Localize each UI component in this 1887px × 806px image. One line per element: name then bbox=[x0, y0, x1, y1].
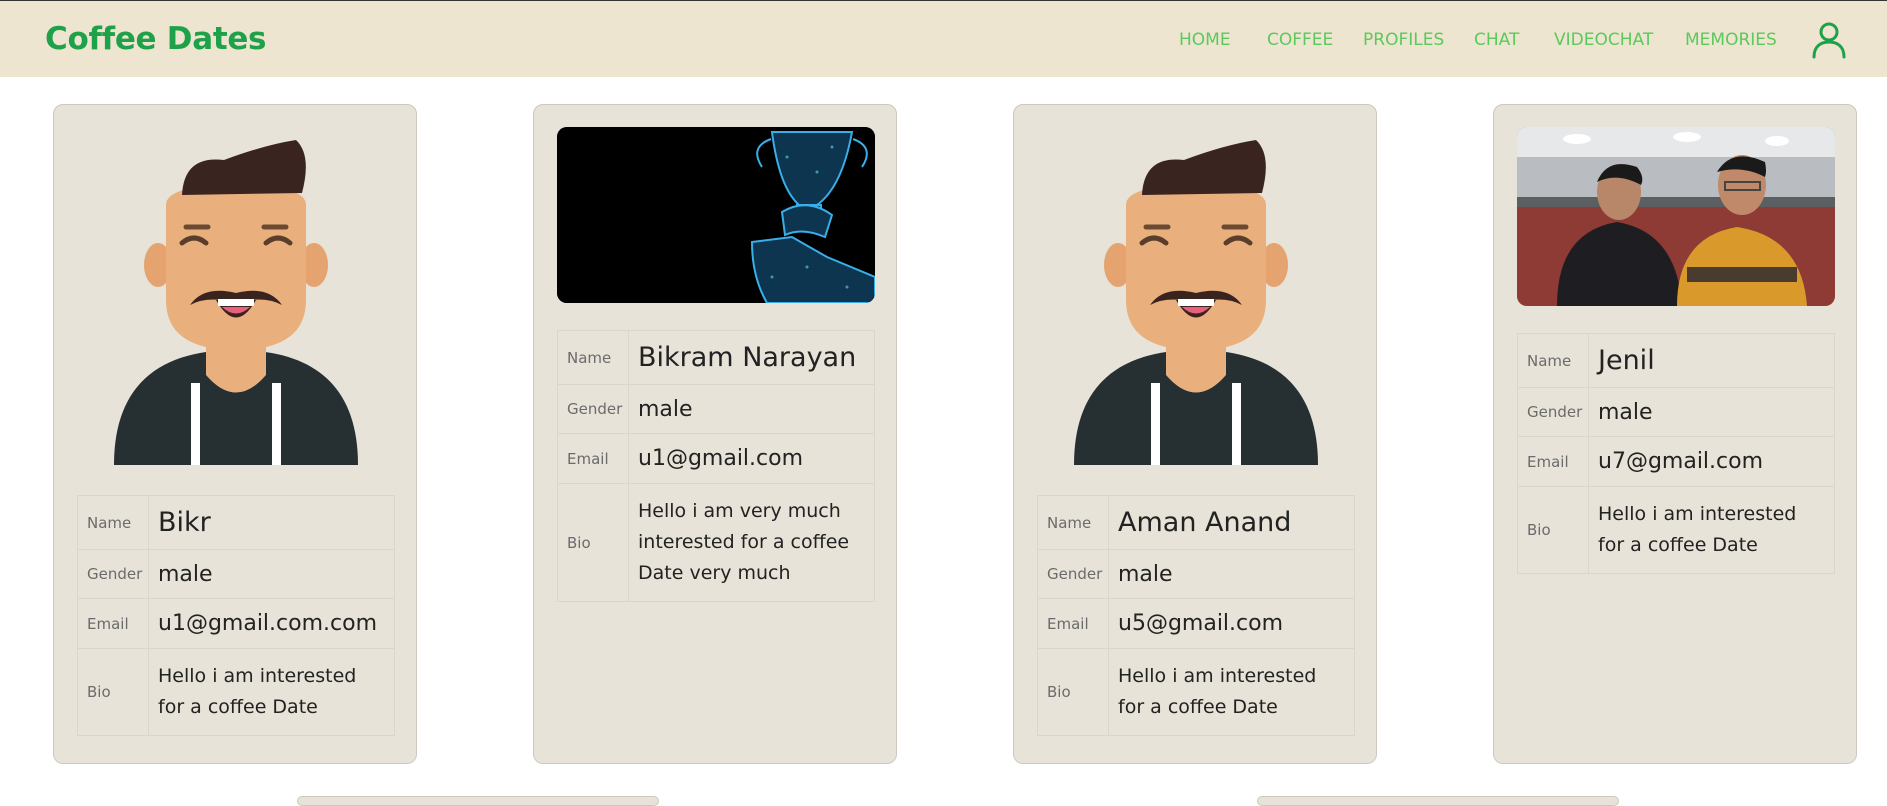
bio-label: Bio bbox=[77, 648, 149, 736]
bio-label: Bio bbox=[1037, 648, 1109, 736]
profile-bio: Hello i am very much interested for a co… bbox=[628, 483, 875, 602]
trophy-photo bbox=[557, 127, 875, 303]
navbar: Coffee Dates HOME COFFEE PROFILES CHAT V… bbox=[0, 0, 1887, 77]
profile-info-table: Name Bikr Gender male Email u1@gmail.com.co… bbox=[77, 495, 395, 736]
profile-name: Bikram Narayan bbox=[628, 330, 875, 385]
name-label: Name bbox=[557, 330, 629, 385]
profile-info-table: Name Jenil Gender male Email u7@gmail.com B… bbox=[1517, 333, 1835, 574]
profile-card[interactable]: Name Bikram Narayan Gender male Email u1@gm… bbox=[533, 104, 897, 764]
brand-logo[interactable]: Coffee Dates bbox=[45, 21, 267, 57]
group-photo bbox=[1517, 127, 1835, 306]
profile-info-table: Name Aman Anand Gender male Email u5@gmail.… bbox=[1037, 495, 1355, 736]
trophy-image bbox=[557, 127, 875, 303]
name-label: Name bbox=[77, 495, 149, 550]
profile-card[interactable]: Name Jenil Gender male Email u7@gmail.com B… bbox=[1493, 104, 1857, 764]
gender-label: Gender bbox=[557, 384, 629, 434]
profile-info-table: Name Bikram Narayan Gender male Email u1@gm… bbox=[557, 330, 875, 602]
gender-label: Gender bbox=[1037, 549, 1109, 599]
profile-email: u1@gmail.com.com bbox=[148, 598, 395, 649]
profile-bio: Hello i am interested for a coffee Date bbox=[1108, 648, 1355, 736]
group-photo-image bbox=[1517, 127, 1835, 306]
profile-name: Jenil bbox=[1588, 333, 1835, 388]
nav-videochat[interactable]: VIDEOCHAT bbox=[1554, 30, 1653, 50]
profile-email: u5@gmail.com bbox=[1108, 598, 1355, 649]
nav-home[interactable]: HOME bbox=[1179, 30, 1231, 50]
profile-card[interactable]: Name Aman Anand Gender male Email u5@gmail.… bbox=[1013, 104, 1377, 764]
profile-bio: Hello i am interested for a coffee Date bbox=[1588, 486, 1835, 574]
gender-label: Gender bbox=[1517, 387, 1589, 437]
profile-gender: male bbox=[1588, 387, 1835, 437]
bio-label: Bio bbox=[1517, 486, 1589, 574]
bio-label: Bio bbox=[557, 483, 629, 602]
gender-label: Gender bbox=[77, 549, 149, 599]
profile-card-partial[interactable] bbox=[297, 796, 659, 806]
email-label: Email bbox=[1517, 436, 1589, 487]
nav-memories[interactable]: MEMORIES bbox=[1685, 30, 1777, 50]
name-label: Name bbox=[1517, 333, 1589, 388]
cartoon-avatar-image bbox=[1074, 140, 1318, 465]
profile-gender: male bbox=[628, 384, 875, 434]
cartoon-avatar-image bbox=[114, 140, 358, 465]
email-label: Email bbox=[77, 598, 149, 649]
email-label: Email bbox=[557, 433, 629, 484]
user-profile-icon[interactable] bbox=[1811, 21, 1847, 59]
name-label: Name bbox=[1037, 495, 1109, 550]
profile-card[interactable]: Name Bikr Gender male Email u1@gmail.com.co… bbox=[53, 104, 417, 764]
nav-profiles[interactable]: PROFILES bbox=[1363, 30, 1444, 50]
profile-email: u7@gmail.com bbox=[1588, 436, 1835, 487]
nav-chat[interactable]: CHAT bbox=[1474, 30, 1519, 50]
profile-gender: male bbox=[1108, 549, 1355, 599]
nav-coffee[interactable]: COFFEE bbox=[1267, 30, 1333, 50]
email-label: Email bbox=[1037, 598, 1109, 649]
profile-email: u1@gmail.com bbox=[628, 433, 875, 484]
profile-bio: Hello i am interested for a coffee Date bbox=[148, 648, 395, 736]
profile-name: Bikr bbox=[148, 495, 395, 550]
profile-gender: male bbox=[148, 549, 395, 599]
profile-name: Aman Anand bbox=[1108, 495, 1355, 550]
profile-card-partial[interactable] bbox=[1257, 796, 1619, 806]
